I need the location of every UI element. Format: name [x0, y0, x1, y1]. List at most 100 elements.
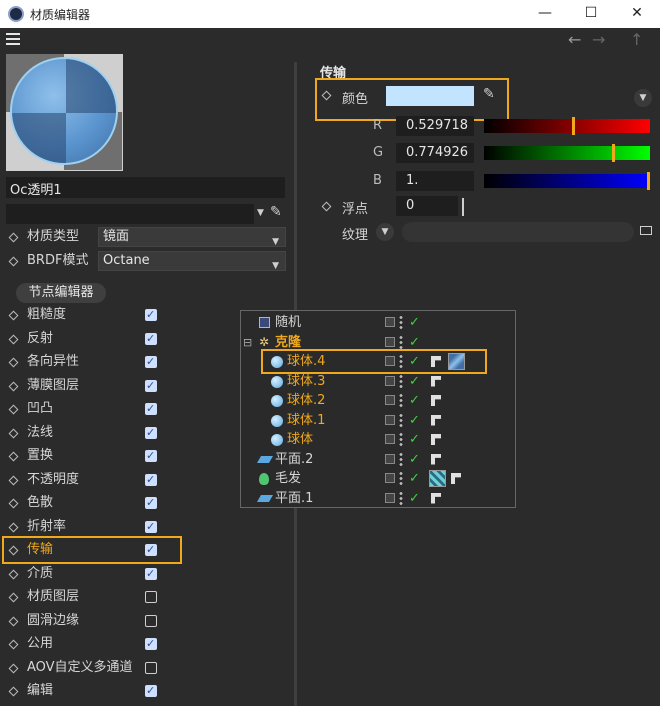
- material-preview[interactable]: [6, 54, 123, 171]
- folder-icon[interactable]: [640, 226, 652, 235]
- channel-checkbox[interactable]: [145, 422, 157, 444]
- object-name[interactable]: 球体: [287, 430, 313, 449]
- float-value-field[interactable]: 0: [396, 196, 458, 216]
- channel-checkbox[interactable]: [145, 328, 157, 350]
- channel-row[interactable]: 编辑: [0, 680, 170, 702]
- keyframe-diamond-icon[interactable]: [8, 522, 19, 532]
- minimize-button[interactable]: —: [522, 0, 568, 28]
- object-row[interactable]: 随机 ✓: [241, 313, 515, 332]
- object-name[interactable]: 球体.2: [287, 391, 325, 410]
- channel-checkbox[interactable]: [145, 492, 157, 514]
- channel-row[interactable]: 圆滑边缘: [0, 610, 170, 632]
- editor-visibility-tag[interactable]: [385, 453, 395, 464]
- channel-row[interactable]: 介质: [0, 563, 170, 585]
- object-name[interactable]: 毛发: [275, 469, 301, 488]
- enabled-check-icon[interactable]: ✓: [409, 313, 420, 332]
- collapse-toggle-icon[interactable]: ⊟: [243, 333, 252, 352]
- keyframe-diamond-icon[interactable]: [321, 201, 332, 212]
- keyframe-diamond-icon[interactable]: [8, 569, 19, 579]
- editor-visibility-tag[interactable]: [385, 414, 395, 425]
- editor-visibility-tag[interactable]: [385, 336, 395, 347]
- texture-tag-icon[interactable]: [431, 375, 441, 387]
- visibility-dots-icon[interactable]: [399, 334, 403, 350]
- object-name[interactable]: 球体.1: [287, 411, 325, 430]
- enabled-check-icon[interactable]: ✓: [409, 372, 420, 391]
- g-value-field[interactable]: 0.774926: [396, 143, 474, 163]
- keyframe-diamond-icon[interactable]: [8, 498, 19, 509]
- channel-row[interactable]: 置换: [0, 445, 170, 467]
- channel-checkbox[interactable]: [145, 563, 157, 585]
- float-slider[interactable]: [462, 198, 650, 216]
- visibility-dots-icon[interactable]: [399, 490, 403, 506]
- enabled-check-icon[interactable]: ✓: [409, 489, 420, 508]
- keyframe-diamond-icon[interactable]: [8, 475, 19, 485]
- keyframe-diamond-icon[interactable]: [8, 592, 19, 603]
- keyframe-diamond-icon[interactable]: [8, 381, 19, 391]
- channel-row[interactable]: 法线: [0, 422, 170, 444]
- texture-tag-icon[interactable]: [431, 414, 441, 426]
- object-row[interactable]: 毛发 ✓: [241, 469, 515, 488]
- keyframe-diamond-icon[interactable]: [8, 310, 19, 321]
- visibility-dots-icon[interactable]: [399, 393, 403, 408]
- keyframe-diamond-icon[interactable]: [8, 256, 19, 267]
- float-slider-handle[interactable]: [462, 198, 464, 216]
- channel-checkbox[interactable]: [145, 398, 157, 420]
- texture-tag-icon[interactable]: [431, 492, 441, 504]
- enabled-check-icon[interactable]: ✓: [409, 391, 420, 410]
- up-arrow-icon[interactable]: ↑: [630, 30, 643, 49]
- brdf-dropdown[interactable]: Octane ▼: [98, 251, 286, 271]
- channel-row[interactable]: 色散: [0, 492, 170, 514]
- editor-visibility-tag[interactable]: [385, 473, 395, 483]
- channel-row[interactable]: 各向异性: [0, 351, 170, 373]
- texture-field[interactable]: [402, 222, 634, 242]
- keyframe-diamond-icon[interactable]: [8, 404, 19, 415]
- object-row[interactable]: 平面.1 ✓: [241, 489, 515, 508]
- texture-options-button[interactable]: ▼: [376, 223, 394, 241]
- b-value-field[interactable]: 1.: [396, 171, 474, 191]
- object-row[interactable]: 球体 ✓: [241, 430, 515, 449]
- b-slider-handle[interactable]: [647, 172, 650, 190]
- editor-visibility-tag[interactable]: [385, 317, 395, 327]
- keyframe-diamond-icon[interactable]: [8, 428, 19, 438]
- keyframe-diamond-icon[interactable]: [8, 451, 19, 462]
- visibility-dots-icon[interactable]: [399, 412, 403, 428]
- enabled-check-icon[interactable]: ✓: [409, 430, 420, 449]
- visibility-dots-icon[interactable]: [399, 315, 403, 330]
- visibility-dots-icon[interactable]: [399, 432, 403, 447]
- channel-row[interactable]: 不透明度: [0, 469, 170, 491]
- editor-visibility-tag[interactable]: [385, 375, 395, 386]
- editor-visibility-tag[interactable]: [385, 395, 395, 405]
- keyframe-diamond-icon[interactable]: [8, 232, 19, 243]
- keyframe-diamond-icon[interactable]: [8, 357, 19, 368]
- visibility-dots-icon[interactable]: [399, 451, 403, 467]
- channel-row[interactable]: AOV自定义多通道: [0, 657, 170, 679]
- node-editor-button[interactable]: 节点编辑器: [16, 283, 106, 303]
- channel-checkbox[interactable]: [145, 469, 157, 491]
- keyframe-diamond-icon[interactable]: [8, 663, 19, 673]
- object-name[interactable]: 平面.2: [275, 450, 313, 469]
- object-name[interactable]: 球体.3: [287, 372, 325, 391]
- chevron-down-icon[interactable]: ▼: [257, 208, 264, 218]
- g-slider-handle[interactable]: [612, 144, 615, 162]
- back-arrow-icon[interactable]: ←: [568, 30, 581, 49]
- channel-row[interactable]: 凹凸: [0, 398, 170, 420]
- keyframe-diamond-icon[interactable]: [8, 334, 19, 344]
- channel-checkbox[interactable]: [145, 516, 157, 538]
- channel-row[interactable]: 材质图层: [0, 586, 170, 608]
- channel-row[interactable]: 折射率: [0, 516, 170, 538]
- material-type-dropdown[interactable]: 镜面 ▼: [98, 227, 286, 247]
- keyframe-diamond-icon[interactable]: [8, 616, 19, 626]
- texture-tag-icon[interactable]: [451, 473, 461, 484]
- enabled-check-icon[interactable]: ✓: [409, 469, 420, 488]
- object-row[interactable]: 平面.2 ✓: [241, 450, 515, 469]
- object-row[interactable]: 球体.1 ✓: [241, 411, 515, 430]
- forward-arrow-icon[interactable]: →: [592, 30, 605, 49]
- channel-row[interactable]: 粗糙度: [0, 304, 170, 326]
- channel-checkbox[interactable]: [145, 661, 157, 674]
- channel-checkbox[interactable]: [145, 680, 157, 702]
- channel-checkbox[interactable]: [145, 633, 157, 655]
- b-slider[interactable]: [484, 172, 650, 190]
- object-row[interactable]: 球体.3 ✓: [241, 372, 515, 391]
- channel-checkbox[interactable]: [145, 445, 157, 467]
- editor-visibility-tag[interactable]: [385, 434, 395, 444]
